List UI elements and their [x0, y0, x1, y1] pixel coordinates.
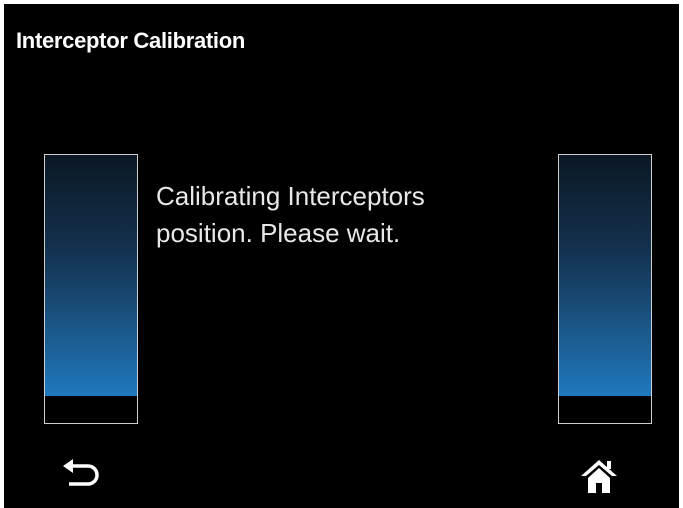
left-interceptor-gauge: [44, 154, 138, 424]
back-arrow-icon: [63, 459, 99, 486]
home-button[interactable]: [574, 456, 624, 496]
calibration-screen: Interceptor Calibration Calibrating Inte…: [4, 4, 679, 508]
home-icon: [581, 460, 617, 493]
back-button[interactable]: [56, 456, 106, 496]
right-gauge-fill: [559, 155, 651, 397]
status-message: Calibrating Interceptors position. Pleas…: [156, 178, 556, 252]
right-interceptor-gauge: [558, 154, 652, 424]
status-message-line-1: Calibrating Interceptors: [156, 181, 425, 211]
left-gauge-fill: [45, 155, 137, 397]
status-message-line-2: position. Please wait.: [156, 218, 401, 248]
page-title: Interceptor Calibration: [16, 28, 246, 53]
